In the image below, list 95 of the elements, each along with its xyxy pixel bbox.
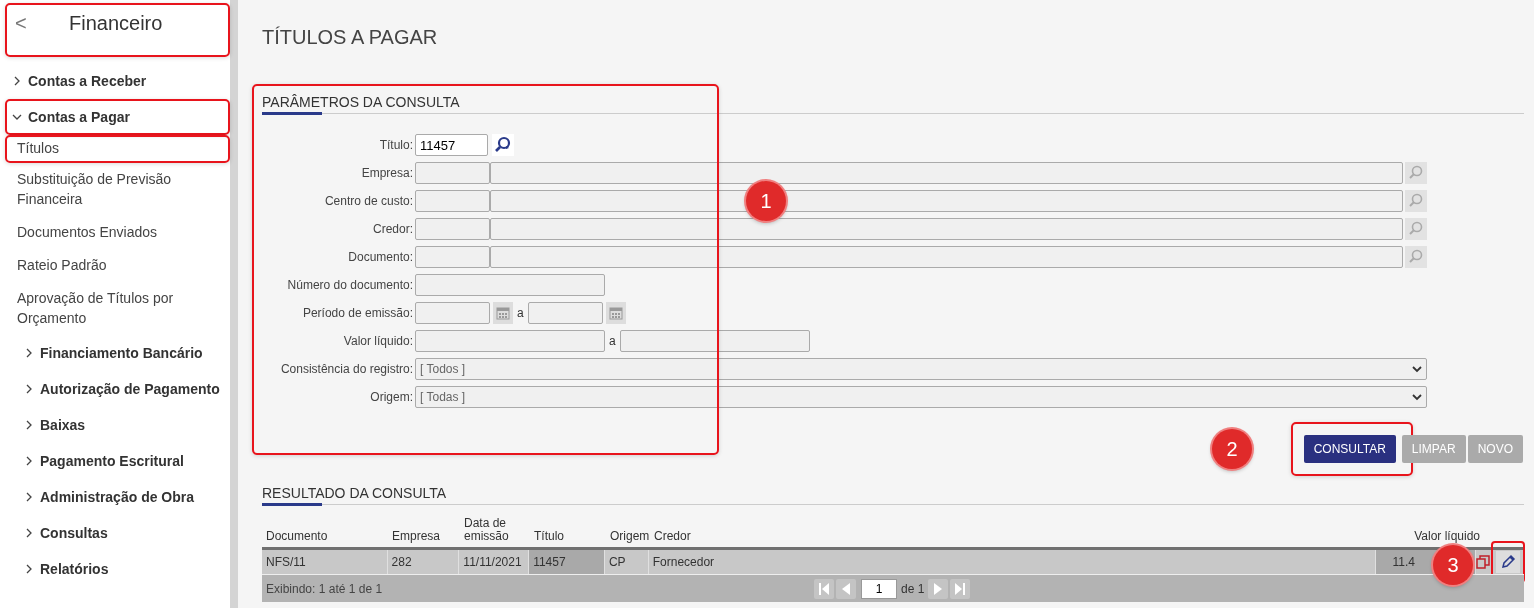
first-page-icon — [819, 582, 829, 595]
field-label: Credor: — [372, 222, 414, 236]
field-label: Documento: — [347, 250, 414, 264]
search-icon — [494, 136, 512, 154]
search-icon — [1408, 165, 1424, 181]
next-page-button[interactable] — [928, 578, 949, 599]
search-button[interactable] — [492, 134, 514, 156]
step-badge: 2 — [1212, 429, 1252, 469]
search-icon — [1408, 193, 1424, 209]
previous-icon — [842, 582, 850, 595]
input-field[interactable] — [415, 274, 605, 296]
search-icon — [1408, 221, 1424, 237]
sidebar-title: Financeiro — [69, 11, 163, 35]
calendar-button[interactable] — [605, 302, 626, 324]
previous-page-button[interactable] — [836, 578, 856, 599]
field-label: Valor líquido: — [342, 334, 414, 348]
scrollbar[interactable] — [230, 0, 238, 608]
field-label: Centro de custo: — [323, 194, 414, 208]
table-cell: 11457 — [529, 550, 605, 574]
range-separator: a — [609, 334, 616, 348]
section-title: PARÂMETROS DA CONSULTA — [262, 93, 461, 112]
first-page-button[interactable] — [814, 578, 834, 599]
name-field[interactable] — [490, 246, 1403, 268]
name-field[interactable] — [490, 162, 1403, 184]
page-field[interactable]: 1 — [861, 578, 897, 599]
column-header: Valor líquido — [1413, 530, 1481, 545]
code-field[interactable] — [415, 162, 490, 184]
menu-group[interactable]: Administração de Obra — [10, 479, 225, 515]
chevron-right-icon — [24, 348, 34, 358]
name-field[interactable] — [490, 190, 1403, 212]
search-icon — [1408, 249, 1424, 265]
input-field[interactable] — [619, 330, 810, 352]
step-badge: 1 — [746, 181, 786, 221]
chevron-right-icon — [24, 564, 34, 574]
field-label: Período de emissão: — [301, 306, 414, 320]
chevron-right-icon — [24, 528, 34, 538]
chevron-right-icon — [24, 456, 34, 466]
next-icon — [934, 582, 943, 595]
field-label: Empresa: — [360, 166, 414, 180]
select-field[interactable]: [ Todos ] — [415, 358, 1427, 380]
caret-icon — [1412, 365, 1422, 373]
step-badge: 3 — [1433, 545, 1473, 585]
last-page-button[interactable] — [950, 578, 971, 599]
section-title: RESULTADO DA CONSULTA — [262, 484, 448, 503]
field-label: Origem: — [369, 390, 414, 404]
menu-item[interactable]: Documentos Enviados — [10, 216, 225, 249]
menu-group[interactable]: Autorização de Pagamento — [10, 371, 225, 407]
code-field[interactable] — [415, 218, 490, 240]
chevron-down-icon — [12, 112, 22, 122]
calendar-icon — [608, 306, 623, 320]
record-count: Exibindo: 1 até 1 de 1 — [265, 581, 383, 596]
page-total: de 1 — [901, 581, 925, 596]
column-header: Credor — [653, 530, 692, 545]
column-header: Data de emissão — [463, 517, 510, 545]
code-field[interactable] — [415, 190, 490, 212]
column-header: Origem — [609, 530, 651, 545]
chevron-right-icon — [12, 76, 22, 86]
menu-group[interactable]: Relatórios — [10, 551, 225, 587]
field-label: Título: — [378, 138, 414, 152]
input-field[interactable]: 11457 — [415, 134, 488, 156]
name-field[interactable] — [490, 218, 1403, 240]
action-button[interactable]: CONSULTAR — [1303, 435, 1396, 463]
date-field[interactable] — [527, 302, 603, 324]
menu-item[interactable]: Aprovação de Títulos por Orçamento — [10, 282, 225, 335]
menu-group[interactable]: Contas a Pagar — [10, 99, 225, 135]
select-field[interactable]: [ Todas ] — [415, 386, 1427, 408]
menu-item[interactable]: Substituição de Previsão Financeira — [10, 163, 225, 216]
last-page-icon — [955, 582, 966, 595]
date-field[interactable] — [415, 302, 490, 324]
calendar-icon — [496, 306, 510, 320]
edit-button[interactable] — [1496, 551, 1520, 573]
menu-group[interactable]: Pagamento Escritural — [10, 443, 225, 479]
menu-item[interactable]: Títulos — [10, 135, 225, 163]
back-button[interactable]: < — [5, 11, 45, 35]
menu-group[interactable]: Consultas — [10, 515, 225, 551]
range-separator: a — [517, 306, 524, 320]
chevron-right-icon — [24, 384, 34, 394]
chevron-right-icon — [24, 492, 34, 502]
pencil-icon — [1500, 554, 1516, 570]
menu-group[interactable]: Financiamento Bancário — [10, 335, 225, 371]
column-header: Empresa — [391, 530, 442, 545]
page-title: TÍTULOS A PAGAR — [262, 26, 439, 50]
field-label: Número do documento: — [286, 278, 414, 292]
copy-icon[interactable] — [1476, 555, 1490, 569]
field-label: Consistência do registro: — [279, 362, 414, 376]
menu-group[interactable]: Baixas — [10, 407, 225, 443]
caret-icon — [1412, 393, 1422, 401]
column-header: Título — [533, 530, 565, 545]
chevron-right-icon — [24, 420, 34, 430]
menu-item[interactable]: Rateio Padrão — [10, 249, 225, 282]
code-field[interactable] — [415, 246, 490, 268]
column-header: Documento — [265, 530, 329, 545]
menu-group[interactable]: Contas a Receber — [10, 63, 225, 99]
calendar-button[interactable] — [493, 302, 513, 324]
input-field[interactable] — [415, 330, 605, 352]
